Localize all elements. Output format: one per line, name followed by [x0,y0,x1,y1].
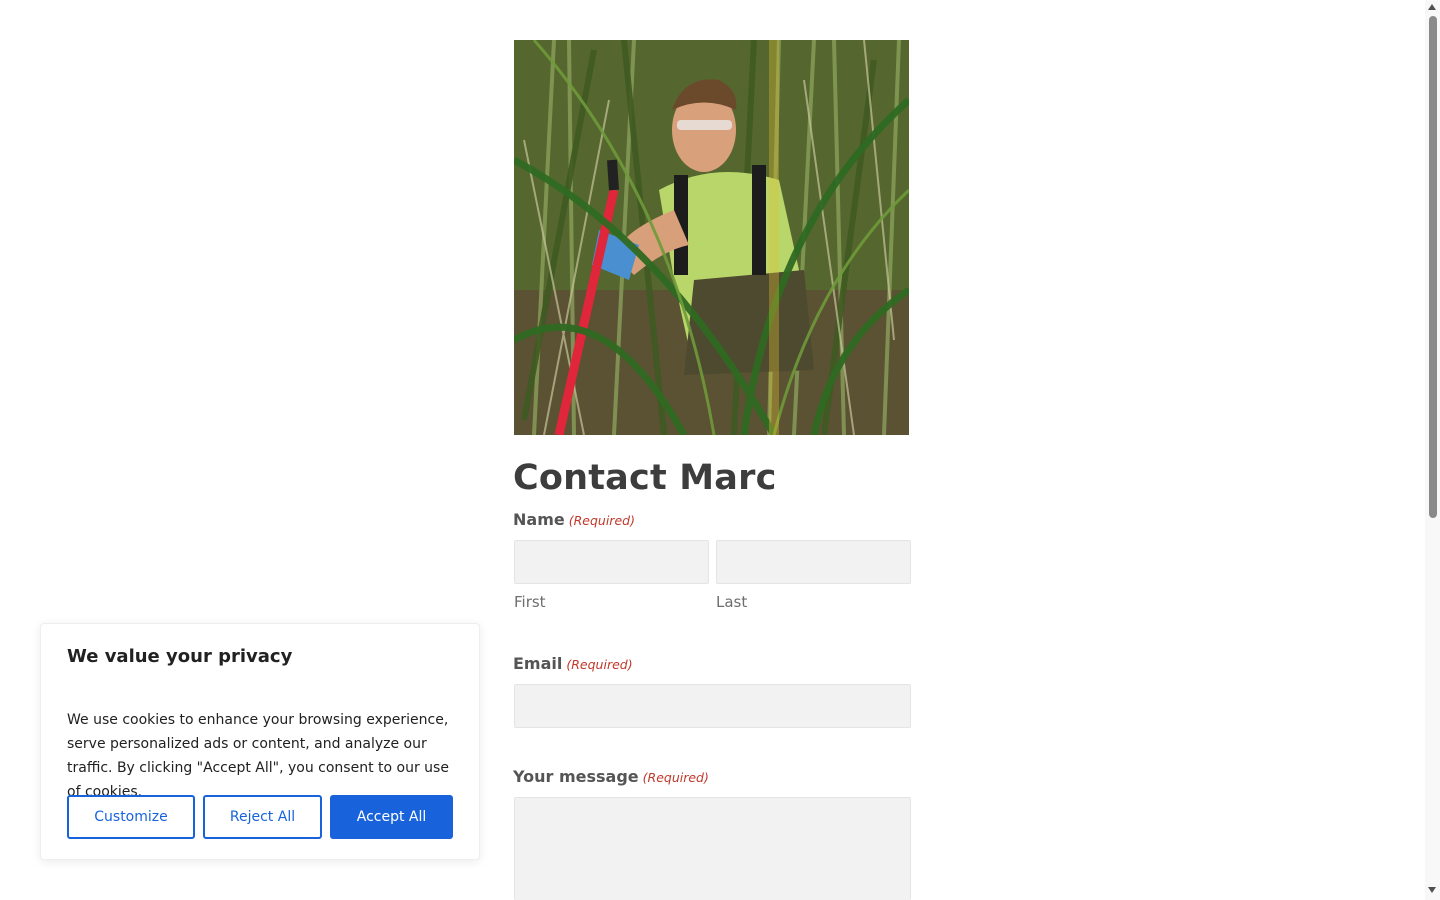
email-label-text: Email [513,654,563,673]
triangle-down-icon[interactable] [1428,887,1436,893]
customize-button[interactable]: Customize [67,795,195,839]
last-name-sublabel: Last [716,593,748,611]
page-title: Contact Marc [513,458,777,498]
cookie-banner-text: We use cookies to enhance your browsing … [67,712,449,800]
triangle-up-icon[interactable] [1428,4,1436,10]
photo-illustration [514,40,909,435]
cookie-banner-title: We value your privacy [67,646,293,667]
page-scrollbar[interactable] [1425,0,1440,900]
message-textarea[interactable] [514,797,911,900]
email-input[interactable] [514,684,911,728]
name-label: Name (Required) [513,510,635,531]
last-name-input[interactable] [716,540,911,584]
profile-photo [514,40,909,435]
accept-all-button[interactable]: Accept All [330,795,453,839]
email-label: Email (Required) [513,654,633,675]
first-name-sublabel: First [514,593,546,611]
first-name-input[interactable] [514,540,709,584]
page: Contact Marc Name (Required) First Last E… [0,0,1440,900]
name-label-text: Name [513,510,565,529]
cookie-consent-banner: We value your privacy We use cookies to … [40,623,480,860]
message-label-text: Your message [513,767,639,786]
required-indicator: (Required) [566,657,633,672]
message-label: Your message (Required) [513,767,709,788]
required-indicator: (Required) [642,770,709,785]
scrollbar-thumb[interactable] [1429,16,1437,518]
required-indicator: (Required) [568,513,635,528]
reject-all-button[interactable]: Reject All [203,795,322,839]
